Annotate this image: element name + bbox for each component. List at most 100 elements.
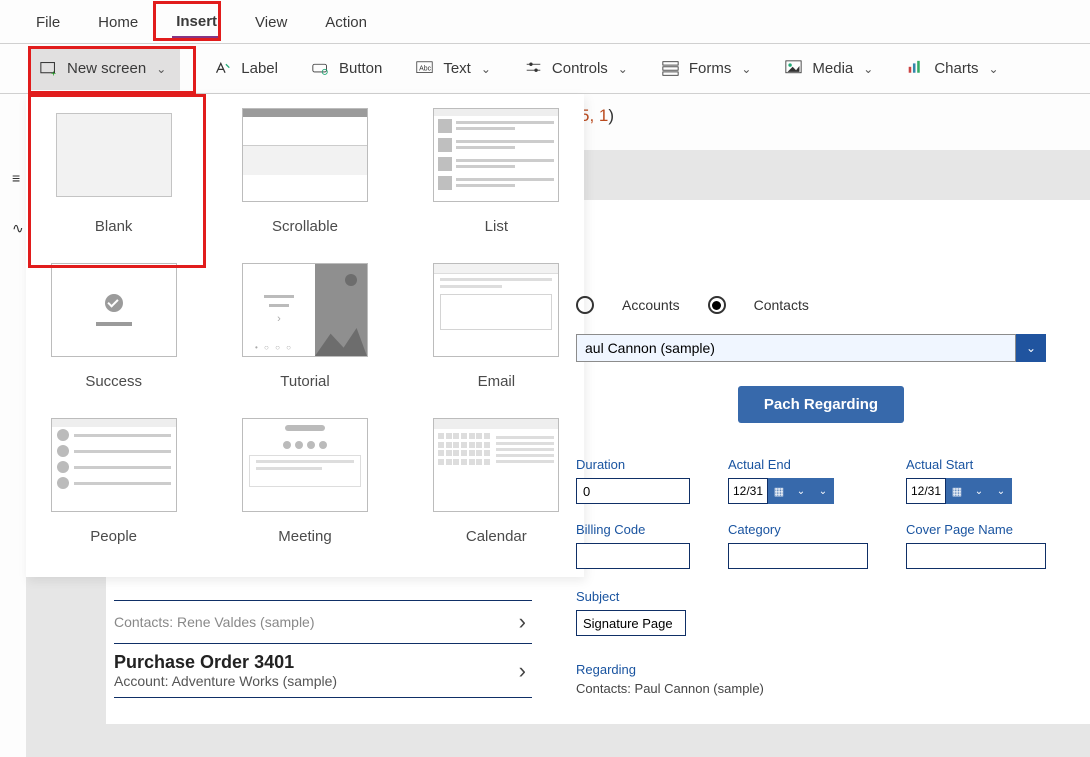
gallery-list-label: List — [421, 218, 572, 235]
text-label: Text — [443, 60, 471, 77]
calendar-icon[interactable]: ▦ — [768, 478, 790, 504]
thumb-list — [433, 108, 559, 202]
subject-label: Subject — [576, 589, 1066, 604]
menu-file[interactable]: File — [32, 6, 64, 37]
gallery-meeting[interactable]: Meeting — [229, 418, 380, 545]
regarding-label: Regarding — [576, 662, 1066, 677]
forms-label: Forms — [689, 60, 732, 77]
gallery-scrollable-label: Scrollable — [229, 218, 380, 235]
list-peek: Contacts: Rene Valdes (sample) › Purchas… — [114, 600, 532, 698]
gallery-calendar-label: Calendar — [421, 528, 572, 545]
formula-bar-fragment: 5, 1) — [580, 106, 614, 126]
gallery-list[interactable]: List — [421, 108, 572, 235]
chevron-down-icon: ⌄ — [481, 62, 491, 76]
text-icon: Abc — [416, 60, 433, 77]
gallery-success-label: Success — [38, 373, 189, 390]
list-row-sub: Account: Adventure Works (sample) — [114, 673, 337, 689]
charts-icon — [907, 60, 924, 77]
chevron-down-icon[interactable]: ⌄ — [1016, 334, 1046, 362]
ribbon: + New screen ⌄ Label Button Abc Text ⌄ C… — [0, 44, 1090, 94]
menu-insert[interactable]: Insert — [172, 5, 221, 39]
gallery-people[interactable]: People — [38, 418, 189, 545]
new-screen-button[interactable]: + New screen ⌄ — [30, 48, 180, 90]
combo-value[interactable]: aul Cannon (sample) — [576, 334, 1016, 362]
menu-view[interactable]: View — [251, 6, 291, 37]
controls-label: Controls — [552, 60, 608, 77]
radio-accounts[interactable] — [576, 296, 594, 314]
billing-code-label: Billing Code — [576, 522, 690, 537]
duration-input[interactable] — [576, 478, 690, 504]
chevron-down-icon: ⌄ — [863, 62, 873, 76]
contact-combo[interactable]: aul Cannon (sample) ⌄ — [576, 334, 1046, 362]
text-button[interactable]: Abc Text ⌄ — [416, 60, 491, 77]
media-icon — [785, 60, 802, 77]
actual-start-input[interactable]: ▦ ⌄⌄ — [906, 478, 1046, 504]
category-label: Category — [728, 522, 868, 537]
label-button[interactable]: Label — [214, 60, 278, 77]
form-area: Accounts Contacts aul Cannon (sample) ⌄ … — [576, 296, 1066, 696]
thumb-people — [51, 418, 177, 512]
calendar-icon[interactable]: ▦ — [946, 478, 968, 504]
menu-bar: File Home Insert View Action — [0, 0, 1090, 44]
hour-select[interactable]: ⌄ — [790, 478, 812, 504]
thumb-success — [51, 263, 177, 357]
forms-icon — [662, 60, 679, 77]
chevron-down-icon: ⌄ — [741, 62, 751, 76]
gallery-calendar[interactable]: Calendar — [421, 418, 572, 545]
actual-start-label: Actual Start — [906, 457, 1046, 472]
min-select[interactable]: ⌄ — [812, 478, 834, 504]
thumb-blank — [51, 108, 177, 202]
actual-end-label: Actual End — [728, 457, 868, 472]
subject-input[interactable] — [576, 610, 686, 636]
chevron-down-icon: ⌄ — [989, 62, 999, 76]
gallery-meeting-label: Meeting — [229, 528, 380, 545]
radio-accounts-label: Accounts — [622, 297, 680, 313]
patch-regarding-button[interactable]: Pach Regarding — [738, 386, 904, 423]
gallery-email[interactable]: Email — [421, 263, 572, 390]
menu-home[interactable]: Home — [94, 6, 142, 37]
cover-page-input[interactable] — [906, 543, 1046, 569]
list-row-title: Purchase Order 3401 — [114, 652, 337, 673]
svg-text:Abc: Abc — [419, 65, 431, 72]
actual-end-input[interactable]: ▦ ⌄⌄ — [728, 478, 868, 504]
thumb-tutorial: › • ○ ○ ○ — [242, 263, 368, 357]
list-row-2[interactable]: Purchase Order 3401 Account: Adventure W… — [114, 643, 532, 697]
menu-action[interactable]: Action — [321, 6, 371, 37]
billing-code-input[interactable] — [576, 543, 690, 569]
duration-label: Duration — [576, 457, 690, 472]
chevron-right-icon: › — [519, 658, 532, 684]
gallery-tutorial-label: Tutorial — [229, 373, 380, 390]
gallery-scrollable[interactable]: Scrollable — [229, 108, 380, 235]
chevron-down-icon: ⌄ — [156, 62, 166, 76]
cover-page-label: Cover Page Name — [906, 522, 1046, 537]
min-select[interactable]: ⌄ — [990, 478, 1012, 504]
hour-select[interactable]: ⌄ — [968, 478, 990, 504]
svg-text:+: + — [51, 68, 56, 77]
radio-contacts-label: Contacts — [754, 297, 809, 313]
gallery-tutorial[interactable]: › • ○ ○ ○ Tutorial — [229, 263, 380, 390]
gallery-blank[interactable]: Blank — [38, 108, 189, 235]
new-screen-gallery: Blank Scrollable List Success › — [26, 94, 584, 577]
chevron-right-icon: › — [519, 609, 532, 635]
button-icon — [312, 60, 329, 77]
forms-button[interactable]: Forms ⌄ — [662, 60, 752, 77]
label-icon — [214, 60, 231, 77]
charts-label: Charts — [934, 60, 978, 77]
thumb-email — [433, 263, 559, 357]
gallery-blank-label: Blank — [38, 218, 189, 235]
controls-icon — [525, 60, 542, 77]
controls-button[interactable]: Controls ⌄ — [525, 60, 628, 77]
media-button[interactable]: Media ⌄ — [785, 60, 873, 77]
thumb-scrollable — [242, 108, 368, 202]
label-label: Label — [241, 60, 278, 77]
button-button[interactable]: Button — [312, 60, 382, 77]
gallery-email-label: Email — [421, 373, 572, 390]
gallery-success[interactable]: Success — [38, 263, 189, 390]
tree-toggle[interactable]: ≡ — [12, 170, 20, 186]
list-row-1[interactable]: Contacts: Rene Valdes (sample) › — [114, 600, 532, 643]
category-input[interactable] — [728, 543, 868, 569]
charts-button[interactable]: Charts ⌄ — [907, 60, 998, 77]
tree-toggle2[interactable]: ∿ — [12, 220, 24, 237]
radio-contacts[interactable] — [708, 296, 726, 314]
chevron-down-icon: ⌄ — [618, 62, 628, 76]
